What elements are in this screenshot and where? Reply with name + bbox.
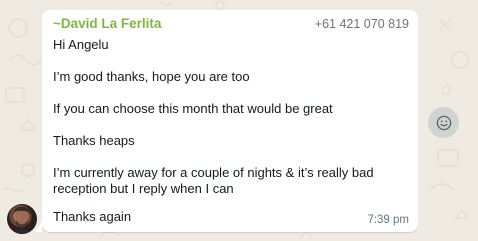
message-line: reception but I reply when I can: [53, 181, 234, 196]
message-line: If you can choose this month that would …: [53, 101, 333, 116]
message-line: Thanks heaps: [53, 133, 135, 148]
message-line-blank: [53, 85, 409, 101]
message-time: 7:39 pm: [367, 214, 409, 226]
message-line: I’m currently away for a couple of night…: [53, 165, 374, 180]
message-line-blank: [53, 53, 409, 69]
sender-phone: +61 421 070 819: [314, 17, 409, 31]
message-last-line: Thanks again: [53, 209, 132, 224]
smiley-icon: [436, 115, 451, 130]
message-line: I’m good thanks, hope you are too: [53, 69, 250, 84]
message-text: Hi Angelu I’m good thanks, hope you are …: [53, 37, 409, 197]
message-line-blank: [53, 117, 409, 133]
avatar[interactable]: [7, 204, 37, 234]
reaction-button[interactable]: [428, 107, 459, 138]
message-line: Hi Angelu: [53, 37, 109, 52]
message-line-blank: [53, 149, 409, 165]
message-bubble[interactable]: ~David La Ferlita +61 421 070 819 Hi Ang…: [34, 10, 418, 232]
sender-name[interactable]: ~David La Ferlita: [53, 16, 161, 31]
message-header: ~David La Ferlita +61 421 070 819: [53, 16, 409, 32]
message-meta: 7:39 pm: [367, 214, 409, 226]
avatar-image: [9, 206, 35, 234]
